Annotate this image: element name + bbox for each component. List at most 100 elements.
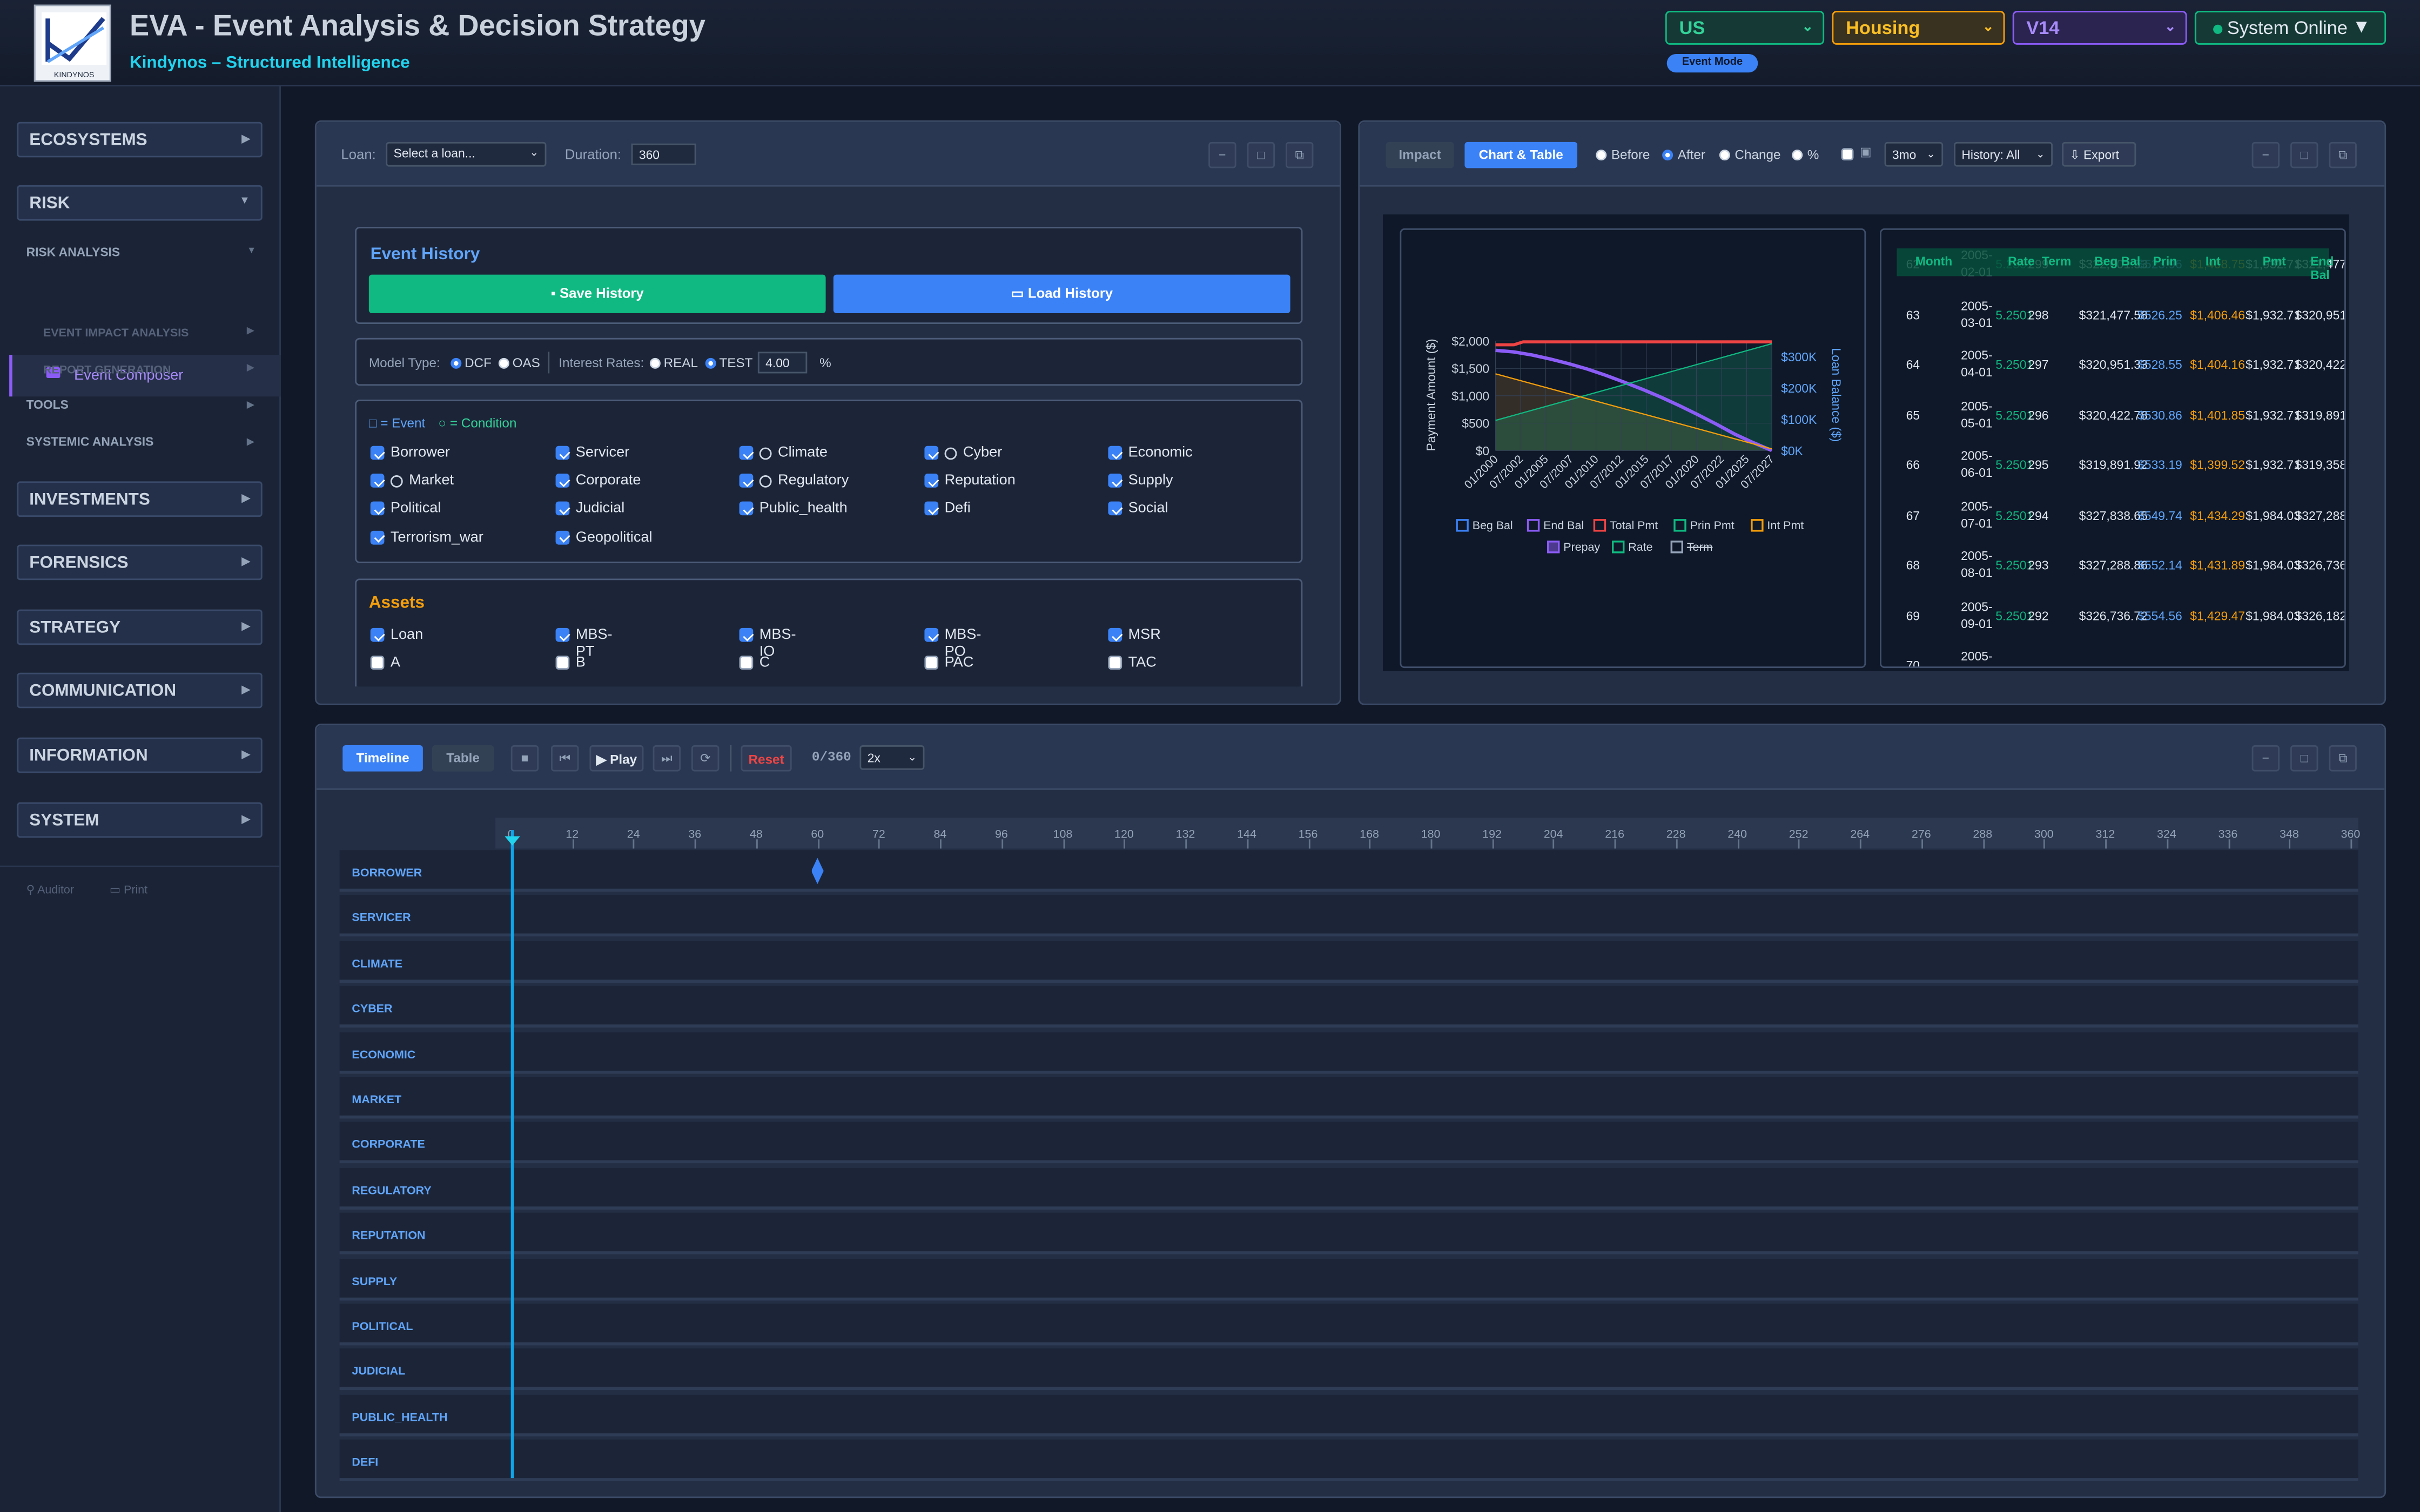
- checkbox-climate[interactable]: [739, 446, 754, 460]
- popout-button[interactable]: ⧉: [2329, 745, 2357, 772]
- timeline-row-cyber[interactable]: CYBER: [339, 986, 2358, 1028]
- system-status-dropdown[interactable]: System Online ▼: [2194, 11, 2387, 45]
- table-column-header[interactable]: Term: [2042, 254, 2071, 268]
- export-button[interactable]: ⇩ Export: [2062, 141, 2136, 167]
- table-column-header[interactable]: Int: [2206, 254, 2221, 268]
- checkbox-servicer[interactable]: [555, 446, 570, 460]
- nav-communication[interactable]: COMMUNICATION ▶: [17, 672, 263, 708]
- rate-input[interactable]: 4.00: [757, 352, 808, 374]
- legend-label[interactable]: Int Pmt: [1767, 519, 1804, 532]
- nav-risk[interactable]: RISK ▼: [17, 185, 263, 221]
- legend-label[interactable]: Term: [1687, 541, 1713, 554]
- legend-label[interactable]: Total Pmt: [1610, 519, 1658, 532]
- checkbox-reputation[interactable]: [924, 474, 939, 488]
- timeline-row-judicial[interactable]: JUDICIAL: [339, 1349, 2358, 1391]
- checkbox-regulatory[interactable]: [739, 474, 754, 488]
- timeline-row-defi[interactable]: DEFI: [339, 1440, 2358, 1482]
- timeline-row-supply[interactable]: SUPPLY: [339, 1258, 2358, 1300]
- stop-button[interactable]: ■: [510, 745, 539, 772]
- table-column-header[interactable]: Rate: [2008, 254, 2035, 268]
- nav-report-generation[interactable]: REPORT GENERATION ▶: [43, 362, 254, 376]
- checkbox-pac[interactable]: [924, 656, 939, 670]
- nav-system[interactable]: SYSTEM ▶: [17, 802, 263, 838]
- checkbox-corporate[interactable]: [555, 474, 570, 488]
- nav-forensics[interactable]: FORENSICS ▶: [17, 544, 263, 580]
- checkbox-cyber[interactable]: [924, 446, 939, 460]
- checkbox-economic[interactable]: [1108, 446, 1122, 460]
- nav-ecosystems[interactable]: ECOSYSTEMS ▶: [17, 122, 263, 158]
- playhead-triangle-icon[interactable]: [503, 836, 520, 846]
- oas-radio[interactable]: [498, 357, 509, 369]
- history-select[interactable]: History: All ⌄: [1954, 141, 2053, 167]
- nav-systemic-analysis[interactable]: SYSTEMIC ANALYSIS ▶: [26, 435, 254, 449]
- checkbox-mbs-io[interactable]: [739, 627, 754, 642]
- timeline-row-economic[interactable]: ECONOMIC: [339, 1031, 2358, 1074]
- checkbox-mbs-po[interactable]: [924, 627, 939, 642]
- tab-table[interactable]: Table: [432, 745, 494, 772]
- speed-select[interactable]: 2x ⌄: [859, 745, 925, 770]
- checkbox-market[interactable]: [370, 474, 385, 488]
- save-history-button[interactable]: ▪ Save History: [368, 274, 826, 313]
- legend-swatch[interactable]: [1527, 519, 1540, 532]
- checkbox-geopolitical[interactable]: [555, 530, 570, 544]
- legend-label[interactable]: Rate: [1628, 541, 1652, 554]
- minimize-button[interactable]: −: [2251, 141, 2280, 168]
- maximize-button[interactable]: □: [2290, 141, 2318, 168]
- legend-label[interactable]: Prepay: [1563, 541, 1600, 554]
- timeline-row-regulatory[interactable]: REGULATORY: [339, 1167, 2358, 1210]
- checkbox-borrower[interactable]: [370, 446, 385, 460]
- options-checkbox[interactable]: [1841, 148, 1854, 161]
- percent-radio[interactable]: [1792, 150, 1803, 161]
- nav-event-impact-analysis[interactable]: EVENT IMPACT ANALYSIS ▶: [43, 326, 254, 340]
- checkbox-a[interactable]: [370, 656, 385, 670]
- legend-label[interactable]: End Bal: [1543, 519, 1584, 532]
- checkbox-c[interactable]: [739, 656, 754, 670]
- timeline-row-reputation[interactable]: REPUTATION: [339, 1213, 2358, 1255]
- rewind-button[interactable]: ⏮: [551, 745, 579, 772]
- checkbox-defi[interactable]: [924, 502, 939, 516]
- legend-swatch[interactable]: [1670, 541, 1684, 554]
- table-column-header[interactable]: Pmt: [2263, 254, 2286, 268]
- legend-swatch[interactable]: [1751, 519, 1764, 532]
- real-radio[interactable]: [649, 357, 661, 369]
- before-radio[interactable]: [1596, 150, 1607, 161]
- checkbox-loan[interactable]: [370, 627, 385, 642]
- checkbox-public_health[interactable]: [739, 502, 754, 516]
- after-radio[interactable]: [1662, 150, 1673, 161]
- legend-swatch[interactable]: [1673, 519, 1686, 532]
- period-select[interactable]: 3mo ⌄: [1884, 141, 1944, 167]
- timeline-row-public_health[interactable]: PUBLIC_HEALTH: [339, 1394, 2358, 1436]
- timeline-row-corporate[interactable]: CORPORATE: [339, 1122, 2358, 1164]
- nav-tools[interactable]: TOOLS ▶: [26, 398, 254, 412]
- nav-information[interactable]: INFORMATION ▶: [17, 737, 263, 773]
- nav-strategy[interactable]: STRATEGY ▶: [17, 609, 263, 645]
- auditor-link[interactable]: ⚲ Auditor: [26, 882, 74, 896]
- legend-swatch[interactable]: [1593, 519, 1606, 532]
- timeline-row-borrower[interactable]: BORROWER: [339, 850, 2358, 892]
- timeline-playhead[interactable]: [510, 830, 513, 1479]
- version-select[interactable]: V14 ⌄: [2012, 11, 2187, 45]
- table-column-header[interactable]: Prin: [2153, 254, 2177, 268]
- sector-select[interactable]: Housing ⌄: [1832, 11, 2005, 45]
- fast-forward-button[interactable]: ⏭: [653, 745, 681, 772]
- print-link[interactable]: ▭ Print: [110, 882, 147, 896]
- loan-select[interactable]: Select a loan... ⌄: [386, 141, 547, 167]
- timeline-row-climate[interactable]: CLIMATE: [339, 941, 2358, 983]
- tab-chart-table[interactable]: Chart & Table: [1464, 141, 1577, 168]
- timeline-row-servicer[interactable]: SERVICER: [339, 895, 2358, 937]
- checkbox-msr[interactable]: [1108, 627, 1122, 642]
- checkbox-judicial[interactable]: [555, 502, 570, 516]
- checkbox-political[interactable]: [370, 502, 385, 516]
- reset-button[interactable]: Reset: [741, 745, 792, 772]
- maximize-button[interactable]: □: [1247, 141, 1275, 168]
- change-radio[interactable]: [1719, 150, 1730, 161]
- legend-swatch[interactable]: [1456, 519, 1469, 532]
- play-button[interactable]: ▶ Play: [589, 745, 644, 772]
- minimize-button[interactable]: −: [2251, 745, 2280, 772]
- loop-button[interactable]: ⟳: [691, 745, 720, 772]
- timeline-row-political[interactable]: POLITICAL: [339, 1304, 2358, 1346]
- checkbox-mbs-pt[interactable]: [555, 627, 570, 642]
- tab-timeline[interactable]: Timeline: [342, 745, 423, 772]
- nav-investments[interactable]: INVESTMENTS ▶: [17, 481, 263, 517]
- legend-label[interactable]: Prin Pmt: [1690, 519, 1735, 532]
